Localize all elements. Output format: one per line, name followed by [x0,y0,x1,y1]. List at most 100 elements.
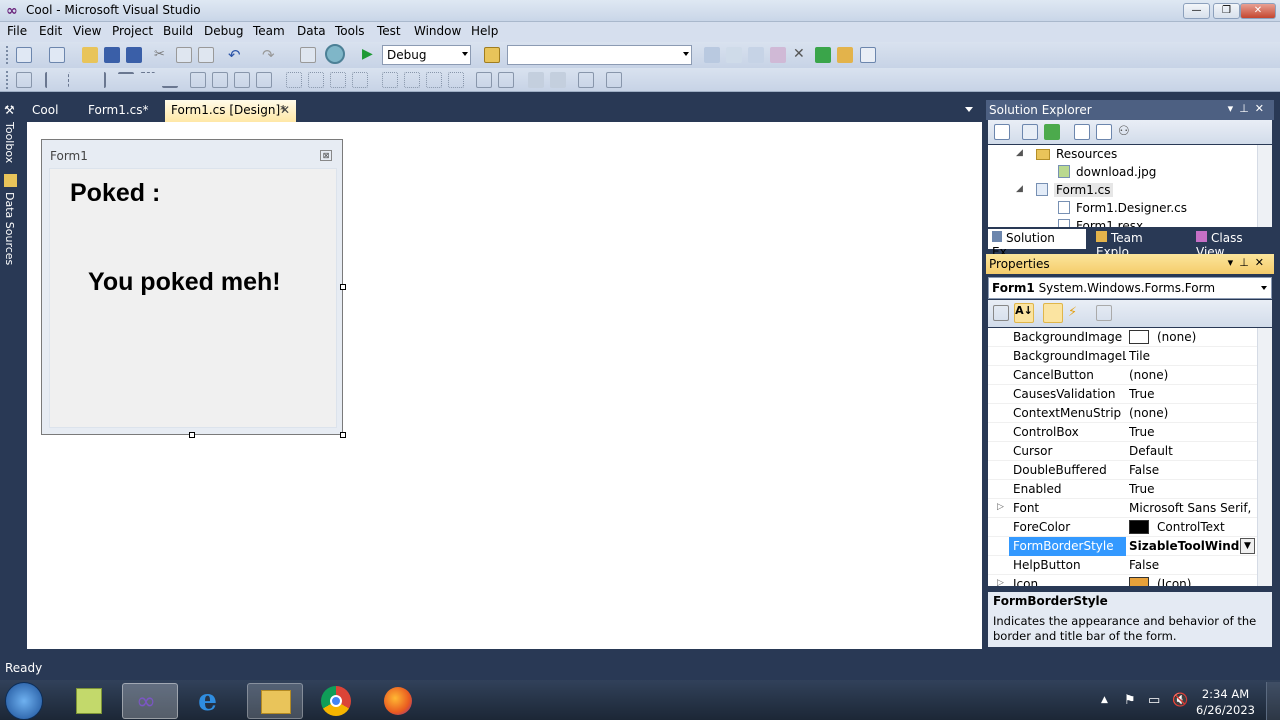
property-row[interactable]: ContextMenuStrip (none) [988,404,1258,423]
show-desktop-button[interactable] [1266,682,1280,720]
taskbar-firefox[interactable] [371,683,427,719]
menu-test[interactable]: Test [377,24,401,38]
menu-data[interactable]: Data [297,24,326,38]
menu-view[interactable]: View [73,24,101,38]
vertical-spacing-icon[interactable] [382,72,398,88]
menu-tools[interactable]: Tools [335,24,365,38]
data-sources-tab[interactable]: Data Sources [3,192,16,265]
horizontal-spacing-icon[interactable] [286,72,302,88]
toolbar-grip[interactable] [6,46,10,64]
tree-item-form1-cs[interactable]: Form1.cs [1036,183,1113,197]
menu-team[interactable]: Team [253,24,285,38]
increase-h-spacing-icon[interactable] [308,72,324,88]
tab-form1-design[interactable]: Form1.cs [Design]* ✕ [165,100,296,122]
minimize-button[interactable]: — [1183,3,1210,19]
decrease-v-spacing-icon[interactable] [426,72,442,88]
make-same-height-icon[interactable] [212,72,228,88]
events-icon[interactable]: ⚡ [1068,305,1084,321]
alphabetical-icon[interactable]: A↓ [1014,303,1034,323]
property-row[interactable]: Cursor Default [988,442,1258,461]
show-all-files-icon[interactable] [1022,124,1038,140]
copy-icon[interactable] [176,47,192,63]
refresh-icon[interactable] [1044,124,1060,140]
taskbar-chrome[interactable] [309,683,365,719]
properties-window-icon[interactable] [748,47,764,63]
resize-handle-bottom[interactable] [189,432,195,438]
property-value[interactable]: Microsoft Sans Serif, 8.25pt [1129,501,1256,515]
resize-handle-right[interactable] [340,284,346,290]
configuration-select[interactable]: Debug [382,45,471,65]
increase-v-spacing-icon[interactable] [404,72,420,88]
view-designer-icon[interactable] [1096,124,1112,140]
make-same-size-icon[interactable] [234,72,250,88]
object-selector[interactable]: Form1 System.Windows.Forms.Form [988,277,1272,299]
menu-window[interactable]: Window [414,24,461,38]
property-row[interactable]: ▷ Icon (Icon) [988,575,1258,586]
toolbox-tab[interactable]: Toolbox [3,122,16,163]
property-row[interactable]: Enabled True [988,480,1258,499]
navigate-icon[interactable] [300,47,316,63]
property-value[interactable]: SizableToolWindow [1129,539,1239,553]
property-value[interactable]: True [1129,387,1256,401]
undo-icon[interactable]: ↶ [228,46,244,64]
solution-tree-scrollbar[interactable] [1257,145,1272,227]
expand-arrow-icon[interactable]: ▷ [997,578,1004,586]
tree-item-download-jpg[interactable]: download.jpg [1058,165,1156,179]
volume-muted-icon[interactable]: 🔇 [1172,693,1188,708]
property-value[interactable]: (Icon) [1129,577,1256,586]
property-grid[interactable]: BackgroundImage (none) BackgroundImageLay… [988,328,1272,586]
expand-arrow-icon[interactable]: ▷ [997,502,1004,512]
property-row[interactable]: ForeColor ControlText [988,518,1258,537]
properties-view-icon[interactable] [1043,303,1063,323]
align-to-grid-icon[interactable] [16,72,32,88]
menu-project[interactable]: Project [112,24,153,38]
close-tab-icon[interactable]: ✕ [280,103,290,117]
paste-icon[interactable] [198,47,214,63]
property-row[interactable]: ControlBox True [988,423,1258,442]
open-folder-icon[interactable] [82,47,98,63]
center-vertically-icon[interactable] [498,72,514,88]
cut-icon[interactable]: ✂ [154,47,170,63]
toolbox-tool-icon[interactable]: ⚒ [4,103,15,117]
save-all-icon[interactable] [126,47,142,63]
align-centers-icon[interactable] [68,72,84,88]
property-row[interactable]: CausesValidation True [988,385,1258,404]
property-row[interactable]: ▷ Font Microsoft Sans Serif, 8.25pt [988,499,1258,518]
property-row[interactable]: BackgroundImageLayoutTile [988,347,1258,366]
property-value[interactable]: (none) [1129,368,1256,382]
property-value[interactable]: (none) [1129,330,1256,344]
start-debugging-icon[interactable]: ▶ [362,46,378,62]
panel-window-controls[interactable]: ▾⊥✕ [1228,256,1270,269]
tab-solution-explorer[interactable]: Solution Ex... [988,229,1086,259]
server-explorer-icon[interactable] [704,47,720,63]
object-browser-icon[interactable] [770,47,786,63]
tree-item-resources[interactable]: Resources [1036,147,1117,161]
property-pages-icon[interactable] [1096,305,1112,321]
poked-label[interactable]: Poked : [70,179,160,208]
network-icon[interactable]: ▭ [1148,693,1160,708]
tab-order-icon[interactable] [578,72,594,88]
toolbar-grip[interactable] [6,71,10,89]
add-item-icon[interactable] [49,47,65,63]
send-to-back-icon[interactable] [550,72,566,88]
menu-debug[interactable]: Debug [204,24,243,38]
new-project-icon[interactable] [16,47,32,63]
collapse-arrow-icon[interactable]: ◢ [1016,184,1023,194]
properties-icon[interactable] [994,124,1010,140]
tab-cool[interactable]: Cool [26,100,64,122]
extension-manager-icon[interactable] [837,47,853,63]
make-same-width-icon[interactable] [190,72,206,88]
remove-h-spacing-icon[interactable] [352,72,368,88]
solution-explorer-icon[interactable] [726,47,742,63]
property-grid-scrollbar[interactable] [1257,328,1272,586]
align-middles-icon[interactable] [140,72,156,88]
lock-controls-icon[interactable] [606,72,622,88]
class-diagram-icon[interactable]: ⚇ [1118,124,1134,140]
remove-v-spacing-icon[interactable] [448,72,464,88]
redo-icon[interactable]: ↷ [262,46,278,64]
property-value[interactable]: Default [1129,444,1256,458]
view-code-icon[interactable] [1074,124,1090,140]
dropdown-button[interactable]: ▼ [1240,538,1255,554]
close-button[interactable]: ✕ [1240,3,1276,19]
find-in-files-icon[interactable] [484,47,500,63]
